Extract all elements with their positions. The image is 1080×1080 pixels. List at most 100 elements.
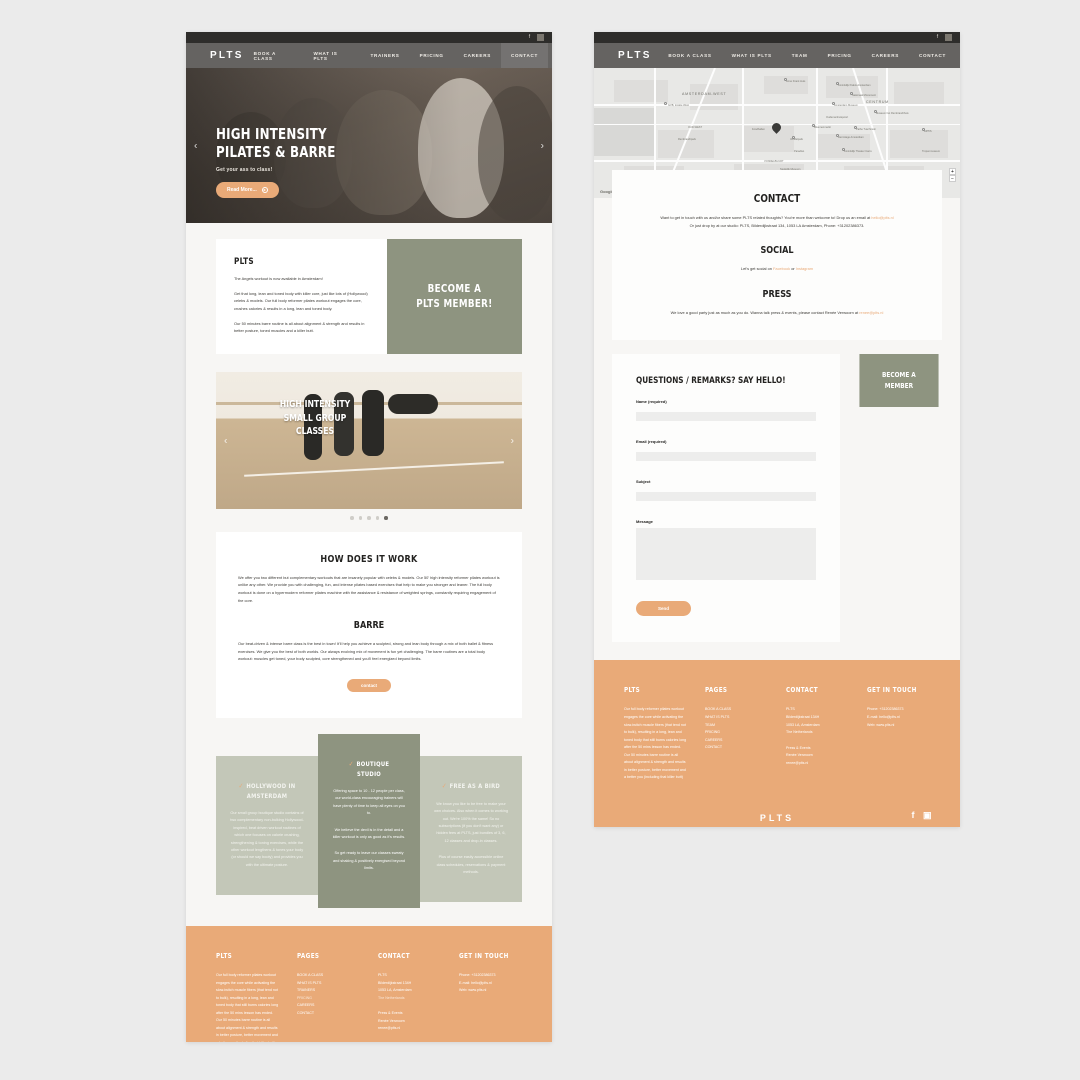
map-label: Oudemanhuispoort — [826, 116, 849, 119]
footer-link-book-a-class[interactable]: BOOK A CLASS — [297, 972, 360, 980]
nav-item-what-is-plts[interactable]: WHAT IS PLTS — [722, 43, 782, 68]
footer-link-contact[interactable]: CONTACT — [705, 744, 768, 752]
map-label: Rembrandtpark — [678, 138, 696, 141]
email-input[interactable] — [636, 452, 817, 462]
features-section: ✓ HOLLYWOOD IN AMSTERDAM Our small group … — [216, 734, 522, 909]
footer-link-what-is-plts[interactable]: WHAT IS PLTS — [705, 714, 768, 722]
nav-item-contact[interactable]: CONTACT — [909, 43, 956, 68]
footer-contact-street: Bilderdijkstraat 134H — [786, 714, 820, 719]
footer-col-about: PLTS Our full body reformer pilates work… — [624, 686, 687, 781]
feature-body-3: So get ready to leave our classes sweaty… — [333, 851, 405, 871]
check-icon: ✓ — [441, 782, 447, 791]
footer-link-careers[interactable]: CAREERS — [705, 737, 768, 745]
nav-item-what-is-plts[interactable]: WHAT IS PLTS — [304, 43, 361, 68]
feature-title: ✓ BOUTIQUE STUDIO — [348, 760, 390, 778]
nav-item-book-a-class[interactable]: BOOK A CLASS — [658, 43, 721, 68]
instagram-icon[interactable] — [537, 34, 544, 41]
map-label: Pathe Tuschinski — [856, 128, 876, 131]
zoom-out-button[interactable]: − — [949, 175, 956, 182]
footer-web[interactable]: Web: www.plts.nl — [867, 722, 930, 730]
map-label: Koninklijk Theater Carre — [844, 150, 872, 153]
feature-body-2: We believe the devil is in the detail an… — [332, 827, 406, 839]
utility-social-links: f — [934, 34, 952, 41]
carousel-next-arrow[interactable]: › — [511, 435, 514, 446]
zoom-in-button[interactable]: + — [949, 168, 956, 175]
footer-col-contact: CONTACT PLTS Bilderdijkstraat 134H 1053 … — [786, 686, 849, 781]
site-logo[interactable]: PLTS — [618, 50, 652, 61]
nav-item-careers[interactable]: CAREERS — [862, 43, 909, 68]
nav-item-trainers[interactable]: TRAINERS — [360, 43, 409, 68]
footer-link-trainers[interactable]: TRAINERS — [297, 987, 360, 995]
contact-email-link[interactable]: hello@plts.nl — [871, 215, 893, 220]
footer-web[interactable]: Web: www.plts.nl — [459, 987, 522, 995]
label-name: Name (required) — [636, 399, 667, 405]
become-member-cta[interactable]: BECOME A PLTS MEMBER! — [387, 239, 523, 355]
carousel-dot[interactable] — [375, 516, 380, 520]
how-contact-button[interactable]: contact — [346, 679, 391, 693]
label-subject: Subject — [636, 479, 651, 485]
name-input[interactable] — [636, 412, 817, 422]
map-label: Nationaal Monument — [852, 94, 876, 97]
instagram-link[interactable]: Instagram — [796, 266, 813, 271]
carousel-prev-arrow[interactable]: ‹ — [224, 435, 227, 446]
contact-info-card: CONTACT Want to get in touch with us and… — [612, 170, 942, 341]
footer-col-get-in-touch: GET IN TOUCH Phone: +31202386373 E-mail:… — [867, 686, 930, 781]
press-email-link[interactable]: renee@plts.nl — [859, 310, 883, 315]
footer-link-pricing[interactable]: PRICING — [297, 995, 360, 1003]
nav-item-team[interactable]: TEAM — [782, 43, 818, 68]
facebook-icon[interactable]: f — [526, 34, 533, 41]
footer-phone: Phone: +31202386373 — [867, 707, 904, 712]
footer-heading-get-in-touch: GET IN TOUCH — [459, 952, 509, 961]
map-label: Amsterdam Museum — [834, 104, 858, 107]
field-email: Email (required) — [636, 439, 817, 466]
nav-item-careers[interactable]: CAREERS — [454, 43, 501, 68]
send-button[interactable]: Send — [636, 601, 692, 617]
facebook-icon[interactable]: f — [911, 810, 918, 819]
carousel-dot-active[interactable] — [384, 516, 388, 520]
footer-link-team[interactable]: TEAM — [705, 722, 768, 730]
instagram-icon[interactable]: ▣ — [923, 810, 932, 819]
map-zoom-controls[interactable]: + − — [949, 168, 956, 182]
footer-press-name: Renée Verwoorn — [378, 1018, 405, 1023]
subject-input[interactable] — [636, 492, 817, 502]
message-textarea[interactable] — [636, 528, 817, 581]
become-member-label: BECOME A PLTS MEMBER! — [416, 281, 493, 310]
intro-heading: PLTS — [234, 257, 254, 267]
barre-heading: BARRE — [353, 620, 385, 632]
map-location-pin — [772, 123, 781, 135]
map-label: Museum het Rembrandthuis — [876, 112, 909, 115]
nav-item-book-a-class[interactable]: BOOK A CLASS — [244, 43, 304, 68]
main-navigation: PLTS BOOK A CLASS WHAT IS PLTS TRAINERS … — [186, 43, 552, 68]
hero-content: HIGH INTENSITY PILATES & BARRE Get your … — [216, 125, 352, 199]
footer-email[interactable]: E-mail: hello@plts.nl — [459, 980, 522, 988]
hero-read-more-button[interactable]: Read More... ▸ — [216, 182, 279, 199]
site-logo[interactable]: PLTS — [210, 50, 244, 61]
footer-press-email[interactable]: renee@plts.nl — [786, 760, 849, 768]
become-member-cta[interactable]: BECOME A MEMBER — [859, 354, 939, 407]
hero-next-arrow[interactable]: › — [541, 140, 544, 151]
nav-item-pricing[interactable]: PRICING — [410, 43, 454, 68]
footer-press-email[interactable]: renee@plts.nl — [378, 1025, 441, 1033]
footer-link-what-is-plts[interactable]: WHAT IS PLTS — [297, 980, 360, 988]
feature-title: ✓ HOLLYWOOD IN AMSTERDAM — [238, 782, 296, 800]
carousel-dot[interactable] — [367, 516, 371, 520]
footer-link-pricing[interactable]: PRICING — [705, 729, 768, 737]
footer-heading-pages: PAGES — [705, 686, 728, 695]
nav-item-contact[interactable]: CONTACT — [500, 43, 548, 68]
map-label: AMSTERDAM-WEST — [682, 92, 727, 96]
carousel-dot[interactable] — [358, 516, 363, 520]
footer-press-title: Press & Events — [378, 1011, 403, 1016]
footer-link-careers[interactable]: CAREERS — [297, 1002, 360, 1010]
hero-prev-arrow[interactable]: ‹ — [194, 140, 197, 151]
facebook-link[interactable]: Facebook — [773, 266, 790, 271]
footer-email[interactable]: E-mail: hello@plts.nl — [867, 714, 930, 722]
main-navigation: PLTS BOOK A CLASS WHAT IS PLTS TEAM PRIC… — [594, 43, 960, 68]
instagram-icon[interactable] — [945, 34, 952, 41]
footer-link-book-a-class[interactable]: BOOK A CLASS — [705, 706, 768, 714]
carousel-dot[interactable] — [350, 516, 354, 520]
check-icon: ✓ — [238, 782, 244, 791]
nav-item-pricing[interactable]: PRICING — [818, 43, 862, 68]
feature-body-2: Plus of course easily accessible online … — [436, 855, 506, 874]
facebook-icon[interactable]: f — [934, 34, 941, 41]
footer-link-contact[interactable]: CONTACT — [297, 1010, 360, 1018]
